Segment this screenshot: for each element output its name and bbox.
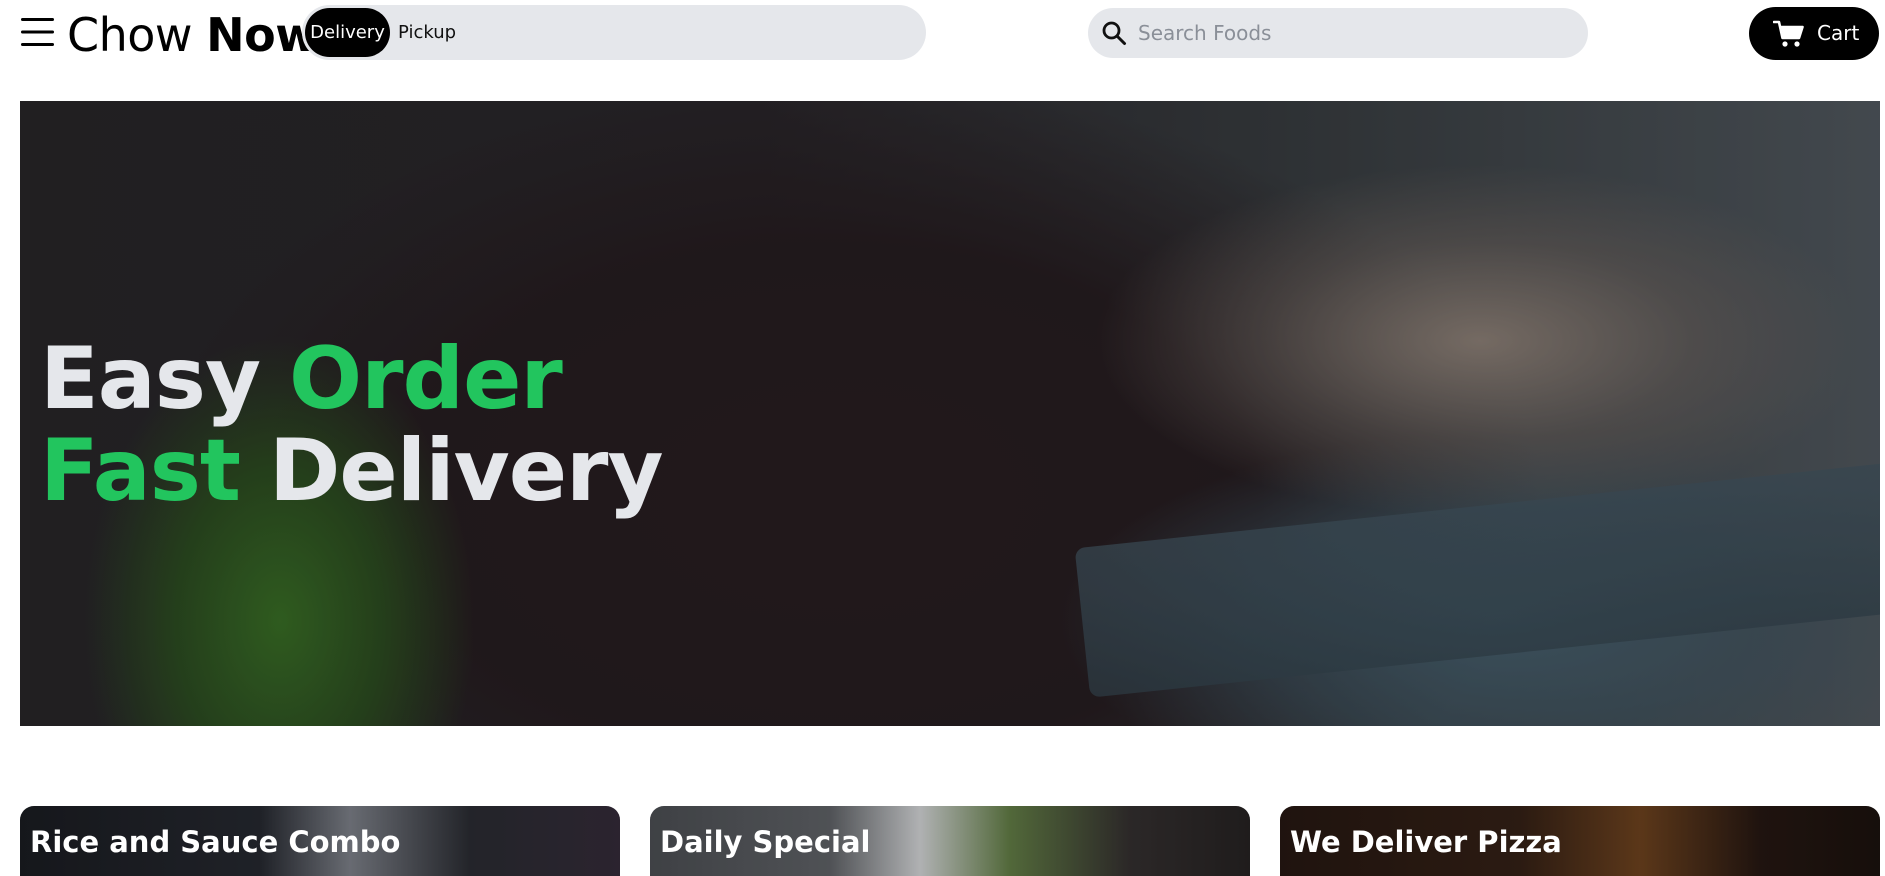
pickup-button[interactable]: Pickup bbox=[398, 8, 456, 57]
search-bar bbox=[1088, 8, 1588, 58]
logo-text-now: Now bbox=[206, 8, 318, 62]
search-input[interactable] bbox=[1136, 8, 1576, 58]
promo-card-daily-special[interactable]: Daily Special bbox=[650, 806, 1250, 876]
cart-button[interactable]: Cart bbox=[1749, 7, 1879, 60]
promo-card-title: We Deliver Pizza bbox=[1290, 825, 1562, 859]
hero-word-order: Order bbox=[288, 329, 563, 429]
promo-cards: Rice and Sauce Combo Daily Special We De… bbox=[20, 806, 1880, 876]
logo-text-chow: Chow bbox=[67, 8, 193, 62]
logo[interactable]: Chow Now bbox=[67, 7, 318, 63]
top-nav: Chow Now Delivery Pickup Cart bbox=[0, 0, 1885, 70]
hero-line-1: Easy Order bbox=[40, 333, 663, 425]
delivery-pickup-toggle: Delivery Pickup bbox=[302, 5, 926, 60]
promo-card-rice-and-sauce[interactable]: Rice and Sauce Combo bbox=[20, 806, 620, 876]
hero-word-easy: Easy bbox=[40, 329, 261, 429]
search-icon bbox=[1102, 21, 1126, 45]
hero-word-fast: Fast bbox=[40, 421, 241, 521]
cart-label: Cart bbox=[1817, 21, 1860, 45]
hero-line-2: Fast Delivery bbox=[40, 425, 664, 517]
promo-card-title: Daily Special bbox=[660, 825, 871, 859]
promo-card-title: Rice and Sauce Combo bbox=[30, 825, 401, 859]
hero-headline: Easy Order Fast Delivery bbox=[40, 333, 664, 517]
cart-icon bbox=[1773, 20, 1804, 47]
hero-banner: Easy Order Fast Delivery bbox=[20, 101, 1880, 726]
hamburger-menu-icon[interactable] bbox=[21, 17, 54, 47]
delivery-button[interactable]: Delivery bbox=[305, 8, 390, 57]
promo-card-pizza[interactable]: We Deliver Pizza bbox=[1280, 806, 1880, 876]
hero-word-delivery: Delivery bbox=[269, 421, 664, 521]
